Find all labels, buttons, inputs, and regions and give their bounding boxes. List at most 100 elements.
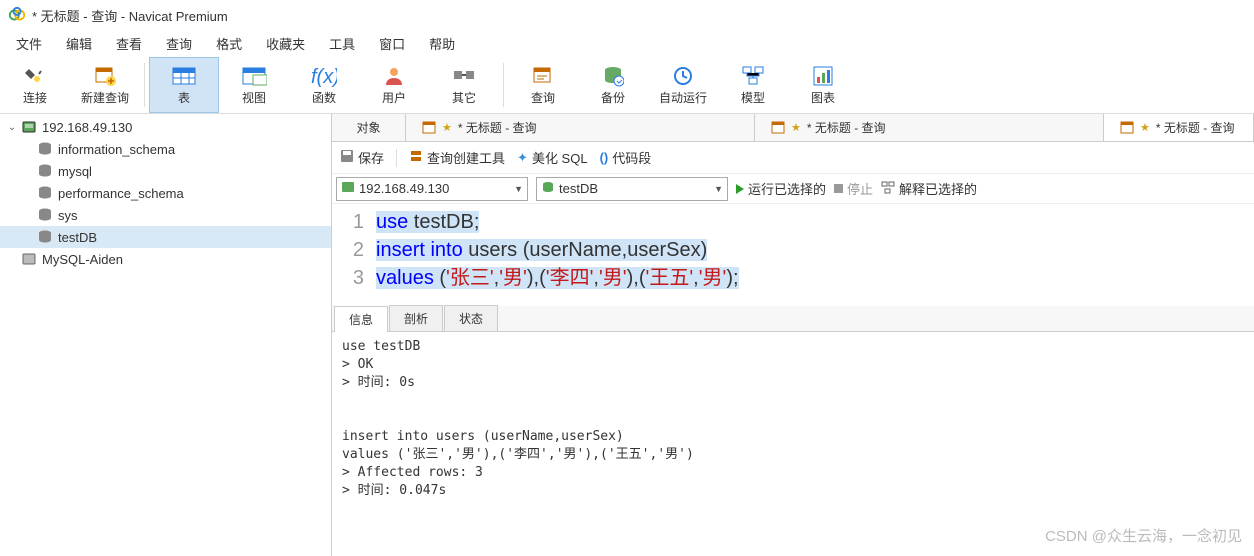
builder-label: 查询创建工具 (427, 148, 505, 167)
editor-line[interactable]: 3values ('张三','男'),('李四','男'),('王五','男')… (332, 264, 1254, 292)
tree-database-node[interactable]: sys (0, 204, 331, 226)
menu-格式[interactable]: 格式 (206, 32, 252, 55)
toolbar-new-query-button[interactable]: 新建查询 (70, 57, 140, 113)
tab-objects[interactable]: 对象 (332, 114, 406, 141)
menu-窗口[interactable]: 窗口 (369, 32, 415, 55)
main-toolbar: 连接 新建查询 表 视图 f(x)函数用户 其它查询备份 自动运行模型图表 (0, 56, 1254, 114)
output-panel[interactable]: use testDB > OK > 时间: 0s insert into use… (332, 332, 1254, 556)
play-icon (736, 184, 744, 194)
query-icon (771, 121, 785, 135)
connection-tree[interactable]: ⌄ 192.168.49.130 information_schemamysql… (0, 114, 332, 556)
toolbar-backup-button[interactable]: 备份 (578, 57, 648, 113)
database-icon (36, 140, 54, 158)
toolbar-plug-button[interactable]: 连接 (0, 57, 70, 113)
stop-icon (834, 184, 843, 193)
tree-database-node[interactable]: mysql (0, 160, 331, 182)
database-icon (36, 162, 54, 180)
save-label: 保存 (358, 148, 384, 167)
database-combo[interactable]: testDB ▼ (536, 177, 728, 201)
toolbar-fx-button[interactable]: f(x)函数 (289, 57, 359, 113)
run-button[interactable]: 运行已选择的 (736, 179, 826, 198)
plug-icon (22, 63, 48, 89)
separator (396, 149, 397, 167)
tree-database-node[interactable]: information_schema (0, 138, 331, 160)
explain-icon (881, 180, 895, 197)
chart-icon (810, 63, 836, 89)
menubar: 文件编辑查看查询格式收藏夹工具窗口帮助 (0, 30, 1254, 56)
tab-label: * 无标题 - 查询 (1156, 119, 1235, 136)
code-content[interactable]: values ('张三','男'),('李四','男'),('王五','男'); (376, 264, 739, 292)
database-label: performance_schema (58, 186, 184, 201)
server-icon (20, 250, 38, 268)
toolbar-user-button[interactable]: 用户 (359, 57, 429, 113)
editor-line[interactable]: 1use testDB; (332, 208, 1254, 236)
query-toolbar: 保存 查询创建工具 ✦ 美化 SQL () 代码段 (332, 142, 1254, 174)
toolbar-label: 表 (178, 89, 190, 106)
output-tab-剖析[interactable]: 剖析 (389, 305, 443, 331)
toolbar-auto-button[interactable]: 自动运行 (648, 57, 718, 113)
tab-label: * 无标题 - 查询 (807, 119, 886, 136)
query-tab[interactable]: ★* 无标题 - 查询 (755, 114, 1104, 141)
new-query-icon (92, 63, 118, 89)
database-icon (36, 184, 54, 202)
connection-combo[interactable]: 192.168.49.130 ▼ (336, 177, 528, 201)
save-button[interactable]: 保存 (340, 148, 384, 167)
toolbar-label: 用户 (382, 89, 406, 106)
table-icon (171, 63, 197, 89)
toolbar-view-button[interactable]: 视图 (219, 57, 289, 113)
explain-button[interactable]: 解释已选择的 (881, 179, 977, 198)
tree-database-node[interactable]: testDB (0, 226, 331, 248)
menu-文件[interactable]: 文件 (6, 32, 52, 55)
toolbar-model-button[interactable]: 模型 (718, 57, 788, 113)
menu-帮助[interactable]: 帮助 (419, 32, 465, 55)
tree-database-node[interactable]: performance_schema (0, 182, 331, 204)
tab-label: 对象 (356, 119, 380, 136)
user-icon (381, 63, 407, 89)
menu-编辑[interactable]: 编辑 (56, 32, 102, 55)
line-number: 3 (332, 264, 376, 292)
menu-查看[interactable]: 查看 (106, 32, 152, 55)
connection-label: MySQL-Aiden (42, 252, 123, 267)
stop-label: 停止 (847, 179, 873, 198)
other-icon (451, 63, 477, 89)
beautify-label: 美化 SQL (532, 148, 588, 167)
toolbar-label: 备份 (601, 89, 625, 106)
database-label: mysql (58, 164, 92, 179)
beautify-button[interactable]: ✦ 美化 SQL (517, 148, 588, 167)
query-tab[interactable]: ★ * 无标题 - 查询 (1104, 114, 1254, 141)
toolbar-label: 视图 (242, 89, 266, 106)
expand-arrow-icon[interactable]: ⌄ (4, 122, 20, 133)
tab-label: * 无标题 - 查询 (458, 119, 537, 136)
toolbar-label: 连接 (23, 89, 47, 106)
menu-收藏夹[interactable]: 收藏夹 (256, 32, 315, 55)
query-builder-button[interactable]: 查询创建工具 (409, 148, 505, 167)
sql-editor[interactable]: 1use testDB;2insert into users (userName… (332, 204, 1254, 296)
toolbar-chart-button[interactable]: 图表 (788, 57, 858, 113)
stop-button[interactable]: 停止 (834, 179, 873, 198)
app-logo-icon (8, 6, 26, 24)
toolbar-table-button[interactable]: 表 (149, 57, 219, 113)
database-icon (541, 180, 555, 197)
query-icon (422, 121, 436, 135)
menu-工具[interactable]: 工具 (319, 32, 365, 55)
toolbar-query-button[interactable]: 查询 (508, 57, 578, 113)
query-tab[interactable]: ★* 无标题 - 查询 (406, 114, 755, 141)
database-label: information_schema (58, 142, 175, 157)
code-content[interactable]: insert into users (userName,userSex) (376, 236, 707, 264)
snippet-button[interactable]: () 代码段 (600, 148, 652, 167)
star-icon: ★ (1140, 121, 1150, 134)
chevron-down-icon: ▼ (514, 184, 523, 194)
server-label: 192.168.49.130 (42, 120, 132, 135)
code-content[interactable]: use testDB; (376, 208, 479, 236)
output-tab-信息[interactable]: 信息 (334, 306, 388, 332)
output-tab-状态[interactable]: 状态 (444, 305, 498, 331)
tree-other-connection[interactable]: MySQL-Aiden (0, 248, 331, 270)
toolbar-other-button[interactable]: 其它 (429, 57, 499, 113)
menu-查询[interactable]: 查询 (156, 32, 202, 55)
editor-line[interactable]: 2insert into users (userName,userSex) (332, 236, 1254, 264)
server-icon (341, 180, 355, 197)
connection-row: 192.168.49.130 ▼ testDB ▼ 运行已选择的 停止 解释已选… (332, 174, 1254, 204)
view-icon (241, 63, 267, 89)
tree-server-node[interactable]: ⌄ 192.168.49.130 (0, 116, 331, 138)
toolbar-label: 新建查询 (81, 89, 129, 106)
